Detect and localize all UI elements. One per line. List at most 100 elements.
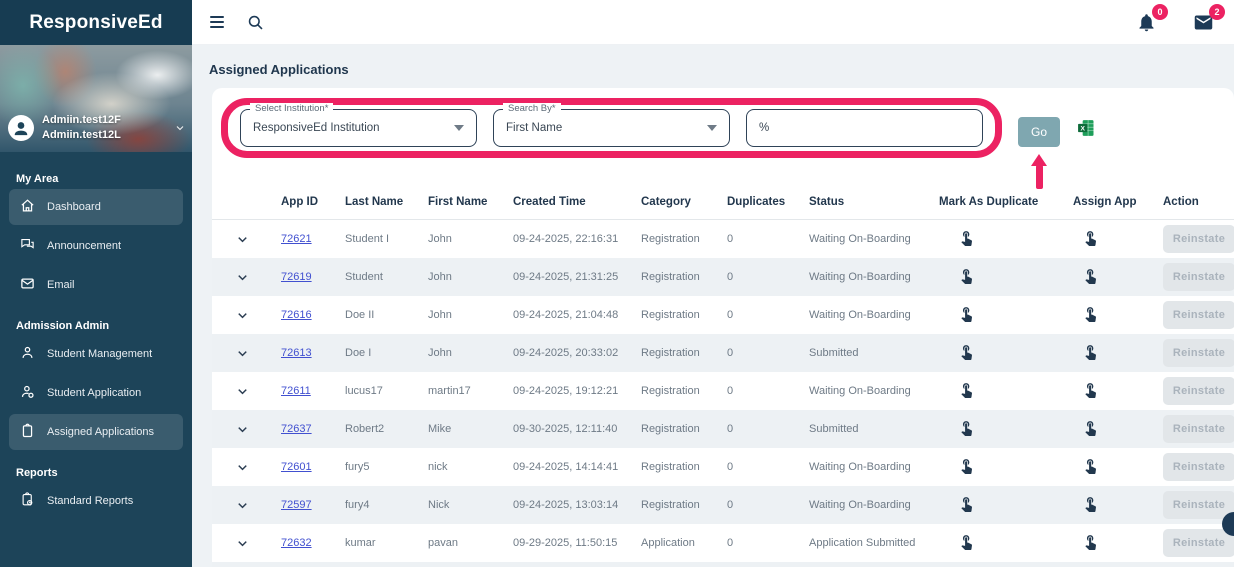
created-time-cell: 09-24-2025, 20:33:02 (504, 347, 632, 359)
student-application-icon (20, 384, 35, 402)
assign-app-icon[interactable] (1082, 533, 1099, 550)
assign-app-icon[interactable] (1082, 495, 1099, 512)
table-row: 72597 fury4 Nick 09-24-2025, 13:03:14 Re… (212, 486, 1234, 524)
reinstate-button[interactable]: Reinstate (1163, 491, 1234, 519)
mark-as-duplicate-icon[interactable] (958, 457, 975, 474)
expand-row-icon[interactable] (235, 308, 250, 323)
status-cell: Waiting On-Boarding (800, 499, 922, 511)
search-icon[interactable] (246, 13, 265, 32)
column-header-status: Status (800, 196, 922, 208)
status-cell: Waiting On-Boarding (800, 271, 922, 283)
sidebar-item-student-application[interactable]: Student Application (9, 375, 183, 411)
app-id-link[interactable]: 72613 (281, 347, 312, 359)
sidebar-item-student-management[interactable]: Student Management (9, 336, 183, 372)
app-id-link[interactable]: 72632 (281, 537, 312, 549)
last-name-cell: lucus17 (336, 385, 419, 397)
menu-toggle-icon[interactable] (210, 16, 224, 28)
sidebar-item-email[interactable]: Email (9, 267, 183, 303)
sidebar-item-assigned-applications[interactable]: Assigned Applications (9, 414, 183, 450)
mark-as-duplicate-icon[interactable] (958, 495, 975, 512)
mark-as-duplicate-icon[interactable] (958, 381, 975, 398)
first-name-cell: martin17 (419, 385, 504, 397)
table-row: 72616 Doe II John 09-24-2025, 21:04:48 R… (212, 296, 1234, 334)
dropdown-arrow-icon (454, 125, 464, 131)
mark-as-duplicate-icon[interactable] (958, 343, 975, 360)
excel-export-icon[interactable]: X (1076, 118, 1096, 138)
go-button[interactable]: Go (1018, 117, 1060, 147)
expand-row-icon[interactable] (235, 422, 250, 437)
expand-row-icon[interactable] (235, 498, 250, 513)
search-text-value: % (759, 122, 769, 134)
reinstate-button[interactable]: Reinstate (1163, 339, 1234, 367)
first-name-cell: Mike (419, 423, 504, 435)
search-by-select-value: First Name (506, 122, 562, 134)
sidebar-item-dashboard[interactable]: Dashboard (9, 189, 183, 225)
app-id-link[interactable]: 72619 (281, 271, 312, 283)
notification-badge: 0 (1152, 4, 1168, 20)
reinstate-button[interactable]: Reinstate (1163, 529, 1234, 557)
app-id-link[interactable]: 72637 (281, 423, 312, 435)
reinstate-button[interactable]: Reinstate (1163, 377, 1234, 405)
standard-reports-icon (20, 492, 35, 510)
expand-row-icon[interactable] (235, 270, 250, 285)
app-id-link[interactable]: 72611 (281, 385, 311, 397)
expand-row-icon[interactable] (235, 346, 250, 361)
assign-app-icon[interactable] (1082, 305, 1099, 322)
mark-as-duplicate-icon[interactable] (958, 533, 975, 550)
expand-row-icon[interactable] (235, 232, 250, 247)
search-by-select[interactable]: Search By* First Name (493, 109, 730, 147)
assign-app-icon[interactable] (1082, 267, 1099, 284)
dropdown-arrow-icon (707, 125, 717, 131)
expand-row-icon[interactable] (235, 536, 250, 551)
expand-row-icon[interactable] (235, 460, 250, 475)
table-body: 72621 Student I John 09-24-2025, 22:16:3… (212, 220, 1234, 562)
last-name-cell: Doe II (336, 309, 419, 321)
reinstate-button[interactable]: Reinstate (1163, 225, 1234, 253)
mark-as-duplicate-icon[interactable] (958, 229, 975, 246)
reinstate-button[interactable]: Reinstate (1163, 453, 1234, 481)
status-cell: Waiting On-Boarding (800, 309, 922, 321)
chevron-down-icon[interactable] (174, 122, 186, 134)
expand-row-icon[interactable] (235, 384, 250, 399)
assign-app-icon[interactable] (1082, 229, 1099, 246)
assign-app-icon[interactable] (1082, 381, 1099, 398)
reinstate-button[interactable]: Reinstate (1163, 263, 1234, 291)
announcement-icon (20, 237, 35, 255)
assign-app-icon[interactable] (1082, 457, 1099, 474)
mail-button[interactable]: 2 (1193, 12, 1214, 33)
app-id-link[interactable]: 72616 (281, 309, 312, 321)
mark-as-duplicate-icon[interactable] (958, 419, 975, 436)
column-header-mark-as-duplicate: Mark As Duplicate (922, 196, 1056, 208)
sidebar-item-label: Student Application (47, 387, 141, 399)
column-header-duplicates: Duplicates (718, 196, 800, 208)
notifications-button[interactable]: 0 (1136, 12, 1157, 33)
sidebar-menu: My AreaDashboardAnnouncementEmailAdmissi… (0, 152, 192, 519)
app-id-link[interactable]: 72621 (281, 233, 312, 245)
person-icon (11, 118, 31, 138)
mark-as-duplicate-icon[interactable] (958, 267, 975, 284)
created-time-cell: 09-24-2025, 13:03:14 (504, 499, 632, 511)
app-id-link[interactable]: 72601 (281, 461, 312, 473)
sidebar-item-label: Standard Reports (47, 495, 133, 507)
sidebar-item-announcement[interactable]: Announcement (9, 228, 183, 264)
assign-app-icon[interactable] (1082, 343, 1099, 360)
assign-app-icon[interactable] (1082, 419, 1099, 436)
category-cell: Registration (632, 385, 718, 397)
sidebar-item-label: Announcement (47, 240, 121, 252)
reinstate-button[interactable]: Reinstate (1163, 301, 1234, 329)
column-header-created-time: Created Time (504, 196, 632, 208)
reinstate-button[interactable]: Reinstate (1163, 415, 1234, 443)
mail-badge: 2 (1209, 4, 1225, 20)
sidebar-item-standard-reports[interactable]: Standard Reports (9, 483, 183, 519)
user-profile[interactable]: Admiin.test12F Admiin.test12L (8, 113, 186, 142)
search-text-input[interactable]: % (746, 109, 983, 147)
institution-select[interactable]: Select Institution* ResponsiveEd Institu… (240, 109, 477, 147)
svg-text:X: X (1080, 125, 1085, 132)
duplicates-cell: 0 (718, 347, 800, 359)
mark-as-duplicate-icon[interactable] (958, 305, 975, 322)
created-time-cell: 09-24-2025, 21:31:25 (504, 271, 632, 283)
last-name-cell: Doe I (336, 347, 419, 359)
sidebar-section-label: Reports (16, 467, 176, 479)
app-id-link[interactable]: 72597 (281, 499, 312, 511)
first-name-cell: John (419, 347, 504, 359)
